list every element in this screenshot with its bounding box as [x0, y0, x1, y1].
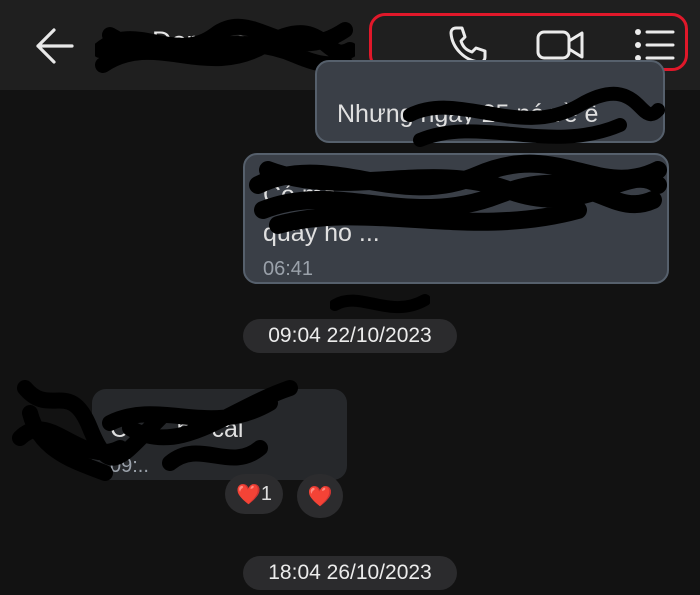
outgoing-message[interactable]: Có ma ... quay ho ... 06:41 — [243, 153, 669, 284]
message-text: Nhưng ngày 25 nó về ế — [337, 100, 599, 128]
heart-icon: ❤️ — [307, 485, 333, 508]
reaction-count: 1 — [260, 482, 273, 505]
outgoing-message[interactable]: Nhưng ngày 25 nó về ế — [315, 60, 665, 143]
heart-icon: ❤️ — [235, 483, 261, 506]
contact-name[interactable]: Nu Doremaster — [110, 26, 293, 57]
back-button[interactable] — [32, 26, 76, 66]
date-separator: 09:04 22/10/2023 — [243, 319, 457, 353]
date-separator: 18:04 26/10/2023 — [243, 556, 457, 590]
add-heart-reaction-button[interactable]: ❤️ — [297, 474, 343, 518]
message-text-line2: quay ho ... — [263, 219, 380, 247]
arrow-left-icon — [36, 28, 74, 64]
message-time: 06:41 — [263, 258, 314, 280]
incoming-message[interactable]: Có ... nó cái 09:.. — [92, 389, 347, 480]
message-time: 09:.. — [110, 455, 149, 477]
message-text-line1: Có ma ... — [263, 181, 365, 209]
message-text: Có ... nó cái — [110, 415, 244, 443]
reaction-heart-count[interactable]: ❤️ 1 — [225, 474, 283, 514]
